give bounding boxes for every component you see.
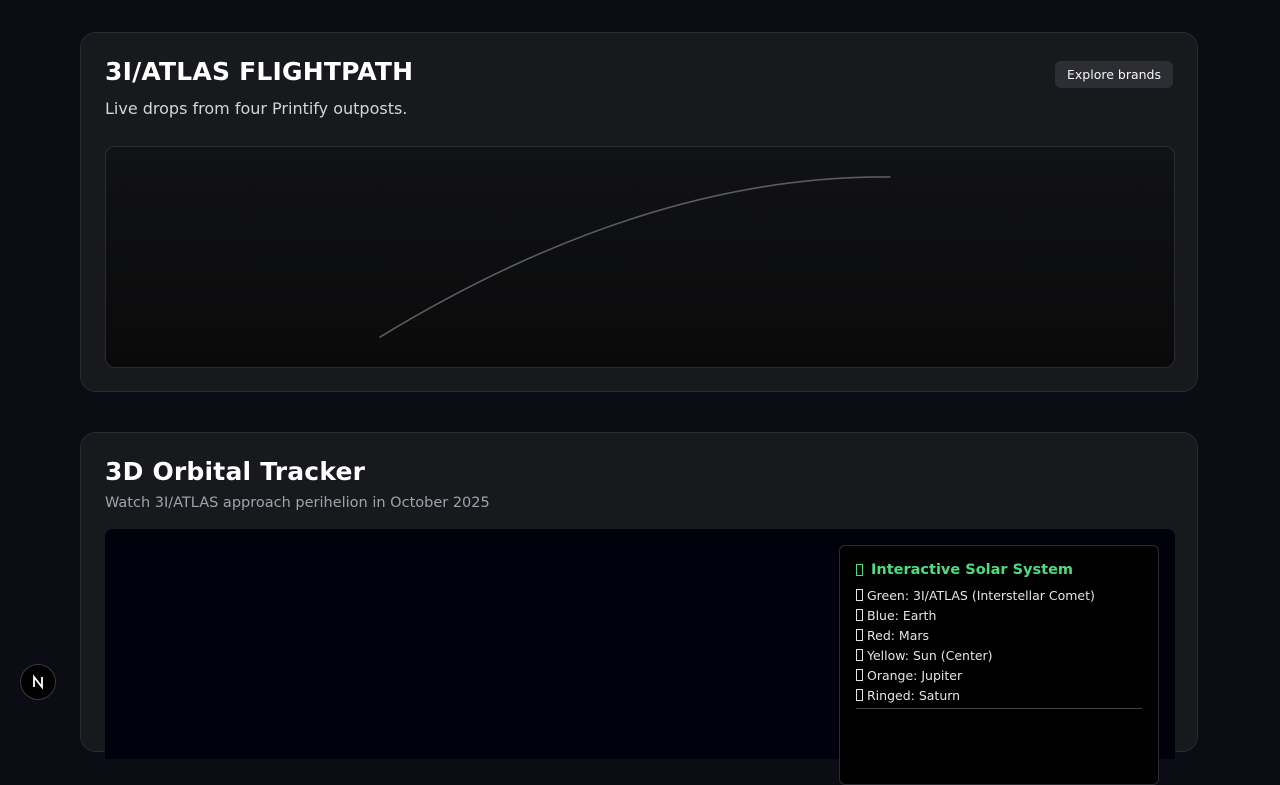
legend-item-saturn: Ringed: Saturn (856, 686, 1142, 706)
flightpath-subtitle: Live drops from four Printify outposts. (105, 99, 408, 118)
legend-item-label: Green: 3I/ATLAS (Interstellar Comet) (867, 588, 1095, 603)
legend-item-label: Yellow: Sun (Center) (867, 648, 993, 663)
flightpath-title: 3I/ATLAS FLIGHTPATH (105, 57, 414, 86)
legend-item-label: Orange: Jupiter (867, 668, 963, 683)
flightpath-trajectory (379, 176, 891, 338)
explore-brands-button[interactable]: Explore brands (1055, 61, 1173, 88)
planet-icon (856, 564, 863, 576)
nextjs-logo-icon (33, 674, 43, 690)
orbital-tracker-card: 3D Orbital Tracker Watch 3I/ATLAS approa… (80, 432, 1198, 785)
solar-system-viewport[interactable]: Interactive Solar System Green: 3I/ATLAS… (105, 529, 1175, 785)
legend-item-atlas: Green: 3I/ATLAS (Interstellar Comet) (856, 586, 1142, 606)
legend-item-jupiter: Orange: Jupiter (856, 666, 1142, 686)
flightpath-svg (379, 176, 891, 338)
flightpath-card: 3I/ATLAS FLIGHTPATH Live drops from four… (80, 32, 1198, 392)
jupiter-icon (856, 669, 863, 681)
legend-item-sun: Yellow: Sun (Center) (856, 646, 1142, 666)
legend-item-label: Blue: Earth (867, 608, 937, 623)
nextjs-dev-badge[interactable] (20, 664, 56, 700)
orbital-tracker-subtitle: Watch 3I/ATLAS approach perihelion in Oc… (105, 495, 490, 511)
solar-system-legend: Interactive Solar System Green: 3I/ATLAS… (839, 545, 1159, 785)
flightpath-canvas (105, 146, 1175, 368)
legend-title-text: Interactive Solar System (871, 562, 1074, 578)
legend-item-mars: Red: Mars (856, 626, 1142, 646)
sun-icon (856, 649, 863, 661)
saturn-icon (856, 689, 863, 701)
earth-icon (856, 609, 863, 621)
orbital-tracker-title: 3D Orbital Tracker (105, 457, 366, 486)
legend-item-label: Red: Mars (867, 628, 930, 643)
legend-item-earth: Blue: Earth (856, 606, 1142, 626)
legend-divider (856, 708, 1142, 709)
legend-item-label: Ringed: Saturn (867, 688, 961, 703)
legend-title: Interactive Solar System (856, 562, 1142, 578)
mars-icon (856, 629, 863, 641)
comet-icon (856, 589, 863, 601)
